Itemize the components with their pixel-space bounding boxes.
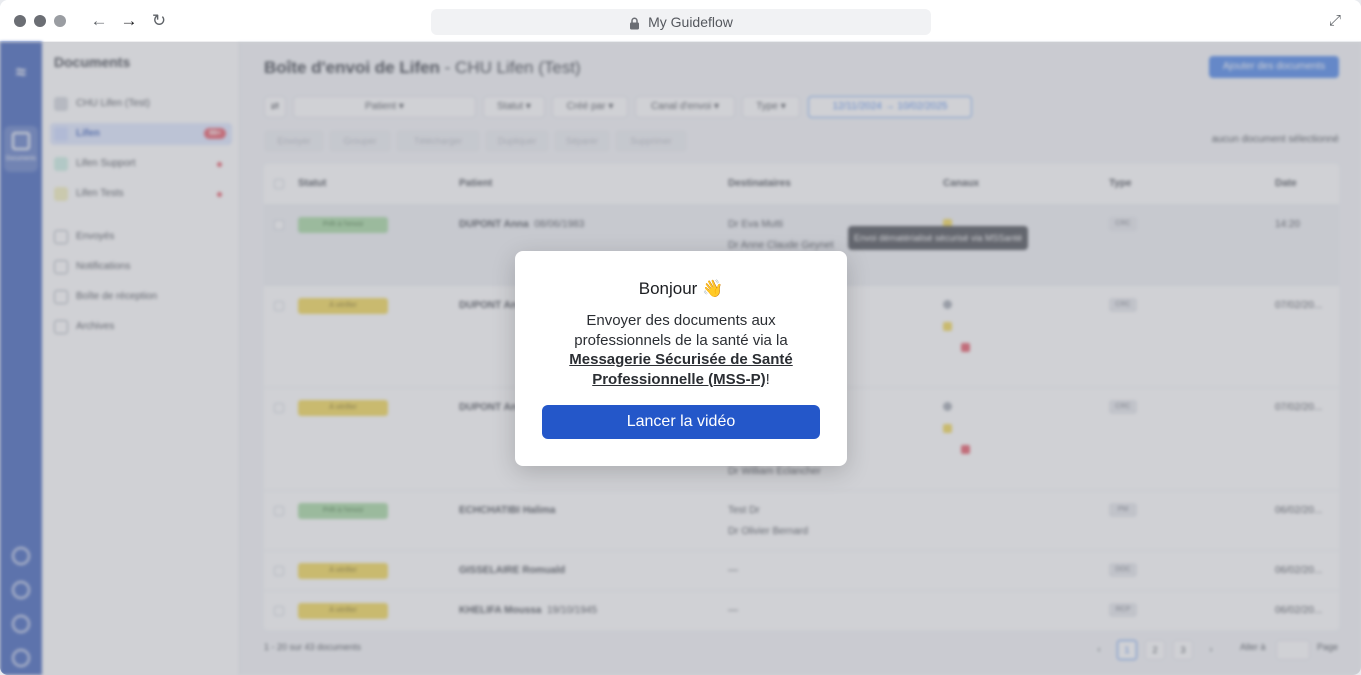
modal-title: Bonjour 👋 [638,279,724,298]
window-zoom-dot[interactable] [54,15,66,27]
welcome-modal: Bonjour 👋 Envoyer des documents aux prof… [515,251,847,466]
address-bar-text: My Guideflow [648,14,733,30]
lock-icon [630,17,640,30]
mssp-link[interactable]: Messagerie Sécurisée de Santé Profession… [569,351,792,388]
browser-window: ← → ↻ My Guideflow ⤢ ≈ Documents Documen… [0,0,1361,675]
expand-icon[interactable]: ⤢ [1325,11,1345,31]
window-close-dot[interactable] [14,15,26,27]
modal-body: Envoyer des documents aux professionnels… [569,312,793,388]
browser-chrome: ← → ↻ My Guideflow ⤢ [0,0,1361,42]
address-bar[interactable]: My Guideflow [431,9,931,35]
window-minimize-dot[interactable] [34,15,46,27]
back-arrow-icon[interactable]: ← [88,10,110,32]
reload-icon[interactable]: ↻ [148,10,170,32]
forward-arrow-icon[interactable]: → [118,10,140,32]
launch-video-button[interactable]: Lancer la vidéo [542,405,820,439]
